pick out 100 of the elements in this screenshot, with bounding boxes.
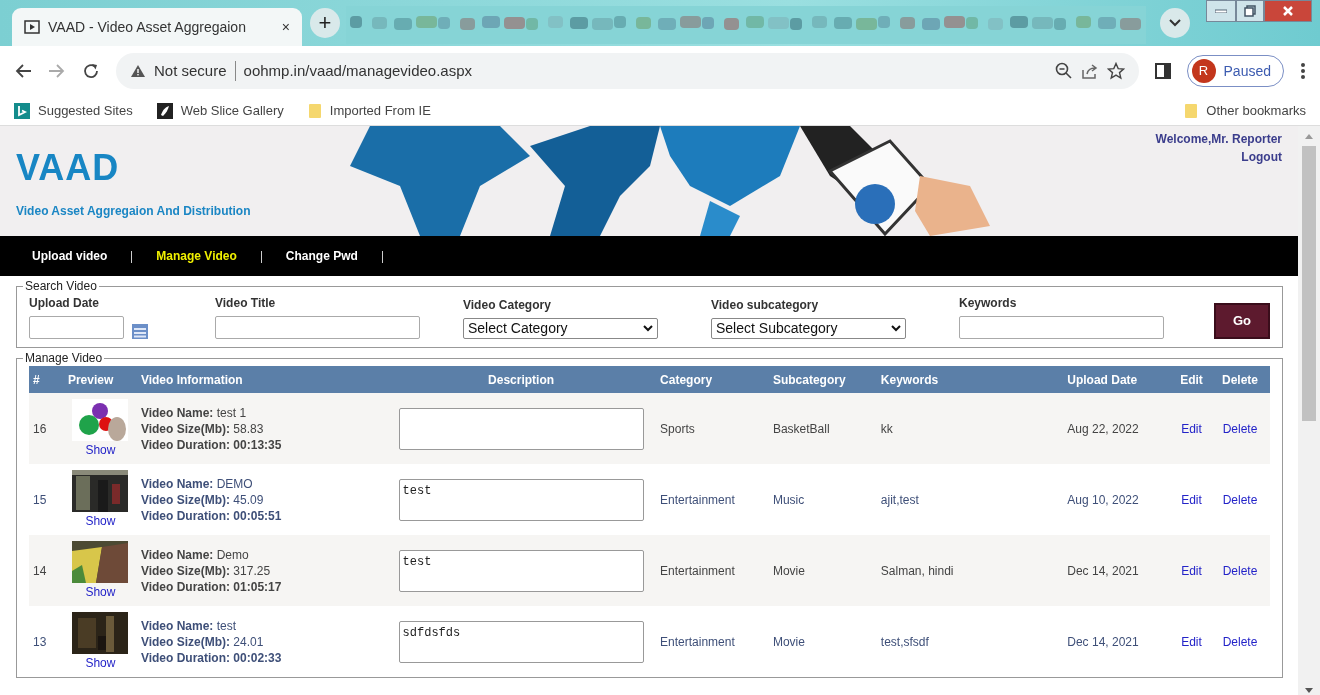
bing-icon — [14, 102, 30, 119]
info-line: Video Size(Mb): 317.25 — [140, 562, 272, 579]
info-line: Video Name: test — [140, 617, 238, 634]
column-header: # — [29, 366, 64, 393]
url-text[interactable]: oohmp.in/vaad/managevideo.aspx — [243, 59, 473, 83]
reload-icon[interactable] — [82, 62, 100, 80]
close-button[interactable] — [1264, 0, 1312, 22]
go-button[interactable]: Go — [1214, 303, 1270, 339]
divider-line — [381, 250, 383, 263]
folder-icon — [307, 102, 322, 119]
chevron-down-icon — [643, 325, 653, 332]
info-line: Video Duration: 00:02:33 — [140, 649, 283, 666]
field-label: Video Title — [215, 295, 277, 312]
show-link[interactable]: Show — [85, 582, 116, 601]
bookmark-item[interactable]: Suggested Sites — [14, 100, 133, 121]
table-cell: Entertainment — [656, 464, 769, 535]
web-slice-icon — [156, 102, 173, 119]
divider-line — [260, 250, 262, 263]
table-cell: Entertainment — [656, 535, 769, 606]
tab-search-button[interactable] — [1160, 8, 1190, 38]
nav-link[interactable]: Upload video — [32, 247, 108, 265]
scroll-down-icon[interactable] — [1305, 688, 1313, 693]
bookmark-item[interactable]: Other bookmarks — [1184, 100, 1306, 121]
column-header: Delete — [1210, 366, 1270, 393]
column-header: Video Information — [136, 366, 387, 393]
close-icon — [1282, 5, 1294, 17]
video-icon — [24, 20, 40, 34]
bookmark-item[interactable]: Imported From IE — [307, 100, 431, 121]
calendar-icon[interactable] — [132, 324, 148, 339]
zoom-out-icon[interactable] — [1054, 62, 1073, 80]
delete-link[interactable]: Delete — [1222, 634, 1258, 649]
profile-button[interactable]: R Paused — [1186, 55, 1284, 87]
tab-close-button[interactable]: × — [281, 16, 290, 38]
nav-link[interactable]: Manage Video — [156, 247, 237, 265]
delete-link[interactable]: Delete — [1222, 563, 1258, 578]
date-field[interactable] — [29, 316, 124, 339]
description-field[interactable]: sdfdsfds — [398, 620, 644, 663]
column-header: Preview — [63, 366, 137, 393]
star-icon[interactable] — [1106, 62, 1125, 80]
select-field[interactable]: Select Subcategory — [711, 318, 906, 339]
table-cell: kk — [876, 393, 1064, 464]
tab-title: VAAD - Video Asset Aggregaion — [48, 17, 247, 37]
divider-line — [131, 250, 133, 263]
welcome-text: Welcome,Mr. Reporter — [1155, 131, 1282, 148]
logout-link[interactable]: Logout — [1241, 148, 1282, 166]
edit-link[interactable]: Edit — [1181, 492, 1202, 507]
info-line: Video Size(Mb): 45.09 — [140, 491, 265, 508]
restore-icon — [1244, 5, 1256, 17]
minimize-icon — [1215, 9, 1227, 13]
table-cell: Aug 22, 2022 — [1063, 393, 1173, 464]
description-field[interactable]: test — [398, 549, 644, 592]
show-link[interactable]: Show — [85, 653, 116, 672]
site-title: VAAD — [16, 150, 121, 186]
bookmark-item[interactable]: Web Slice Gallery — [156, 100, 284, 121]
restore-button[interactable] — [1236, 0, 1264, 22]
show-link[interactable]: Show — [85, 440, 116, 459]
delete-link[interactable]: Delete — [1222, 421, 1258, 436]
field-label: Keywords — [959, 295, 1018, 312]
side-panel-icon[interactable] — [1154, 63, 1171, 79]
table-cell: 15 — [29, 464, 64, 535]
field-label: Upload Date — [29, 295, 100, 312]
menu-icon[interactable] — [1300, 62, 1306, 80]
table-cell: Music — [768, 464, 877, 535]
column-header: Category — [656, 366, 769, 393]
select-field[interactable]: Select Category — [463, 318, 658, 339]
edit-link[interactable]: Edit — [1181, 634, 1202, 649]
avatar: R — [1191, 59, 1216, 83]
chevron-down-icon — [891, 325, 901, 332]
chevron-down-icon — [1169, 19, 1181, 27]
info-line: Video Size(Mb): 24.01 — [140, 633, 265, 650]
field-label: Video subcategory — [711, 297, 820, 314]
column-header: Subcategory — [768, 366, 877, 393]
edit-link[interactable]: Edit — [1181, 563, 1202, 578]
table-cell: Aug 10, 2022 — [1063, 464, 1173, 535]
show-link[interactable]: Show — [85, 511, 116, 530]
table-cell: Dec 14, 2021 — [1063, 535, 1173, 606]
keywords-field[interactable] — [959, 316, 1164, 339]
field-label: Video Category — [463, 297, 552, 314]
edit-link[interactable]: Edit — [1181, 421, 1202, 436]
table-cell: 16 — [29, 393, 64, 464]
folder-icon — [1184, 102, 1199, 119]
scrollbar-thumb[interactable] — [1302, 146, 1316, 421]
nav-link[interactable]: Change Pwd — [285, 247, 358, 265]
description-field[interactable] — [398, 407, 644, 450]
table-cell: ajit,test — [876, 464, 1064, 535]
description-field[interactable]: test — [398, 478, 644, 521]
fieldset-legend: Manage Video — [23, 352, 105, 364]
info-line: Video Name: Demo — [140, 546, 250, 563]
share-icon[interactable] — [1080, 62, 1099, 80]
minimize-button[interactable] — [1206, 0, 1236, 22]
info-line: Video Name: test 1 — [140, 404, 248, 421]
table-cell: Movie — [768, 535, 877, 606]
delete-link[interactable]: Delete — [1222, 492, 1258, 507]
back-icon[interactable] — [14, 63, 32, 79]
security-warning[interactable]: Not secure — [154, 59, 227, 83]
new-tab-button[interactable]: + — [310, 8, 340, 38]
column-header: Keywords — [876, 366, 1064, 393]
column-header: Upload Date — [1063, 366, 1173, 393]
title-field[interactable] — [215, 316, 420, 339]
browser-tab[interactable]: VAAD - Video Asset Aggregaion × — [12, 8, 302, 46]
